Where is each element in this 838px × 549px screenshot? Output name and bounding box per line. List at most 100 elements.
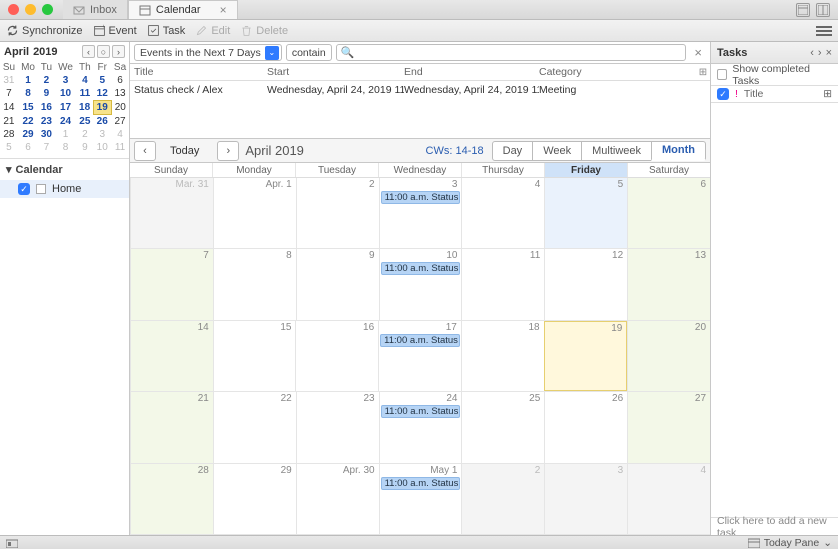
col-end[interactable]: End — [404, 66, 539, 78]
minical-day[interactable]: 3 — [55, 74, 77, 87]
today-pane-toggle[interactable]: Today Pane ⌄ — [748, 537, 832, 549]
filter-scope-select[interactable]: Events in the Next 7 Days ⌄ — [134, 44, 282, 61]
minical-day[interactable]: 28 — [0, 128, 18, 141]
month-day[interactable]: 1011:00 a.m. Status … — [379, 249, 462, 319]
month-day[interactable]: 3 — [544, 464, 627, 534]
col-category[interactable]: Category — [539, 66, 696, 78]
minical-next-icon[interactable]: › — [112, 45, 125, 58]
minical-day[interactable]: 6 — [111, 74, 129, 87]
minical-day[interactable]: 31 — [0, 74, 18, 87]
add-task-hint[interactable]: Click here to add a new task — [711, 517, 838, 535]
month-day[interactable]: 2 — [461, 464, 544, 534]
filter-op-select[interactable]: contain — [286, 44, 332, 61]
status-left-icon[interactable] — [6, 538, 18, 548]
month-day[interactable]: 21 — [130, 392, 213, 462]
minical-day[interactable]: 3 — [93, 128, 111, 141]
minical-day[interactable]: 11 — [76, 87, 93, 101]
month-day[interactable]: 14 — [130, 321, 213, 391]
event-chip[interactable]: 11:00 a.m. Status … — [381, 262, 461, 275]
tasks-col-title[interactable]: Title — [744, 88, 763, 100]
month-day[interactable]: 12 — [544, 249, 627, 319]
month-day[interactable]: 15 — [213, 321, 296, 391]
close-window-icon[interactable] — [8, 4, 19, 15]
month-day[interactable]: 2 — [296, 178, 379, 248]
month-day[interactable]: Apr. 1 — [213, 178, 296, 248]
month-day[interactable]: 22 — [213, 392, 296, 462]
month-day[interactable]: 23 — [296, 392, 379, 462]
minical-day[interactable]: 18 — [76, 101, 93, 115]
minical-day[interactable]: 7 — [0, 87, 18, 101]
minical-day[interactable]: 7 — [38, 141, 55, 154]
view-week[interactable]: Week — [532, 141, 582, 161]
tasks-list[interactable] — [711, 103, 838, 517]
minical-day[interactable]: 21 — [0, 115, 18, 129]
calendar-toggle-icon[interactable] — [796, 3, 810, 17]
tab-calendar[interactable]: Calendar × — [128, 0, 238, 19]
checkbox-checked-icon[interactable]: ✓ — [717, 88, 729, 100]
calendar-item-home[interactable]: ✓ Home — [0, 180, 129, 198]
minical-day[interactable]: 17 — [55, 101, 77, 115]
month-day[interactable]: 5 — [544, 178, 627, 248]
tasks-close-icon[interactable]: × — [826, 47, 832, 59]
minical-day[interactable]: 2 — [76, 128, 93, 141]
view-month[interactable]: Month — [651, 141, 706, 161]
tasks-next-icon[interactable]: › — [818, 47, 822, 59]
minical-day[interactable]: 24 — [55, 115, 77, 129]
minical-day[interactable]: 5 — [0, 141, 18, 154]
minical-day[interactable]: 14 — [0, 101, 18, 115]
prev-period-icon[interactable]: ‹ — [134, 141, 156, 161]
month-day[interactable]: 20 — [627, 321, 710, 391]
minical-day[interactable]: 30 — [38, 128, 55, 141]
month-day[interactable]: 1711:00 a.m. Status … — [378, 321, 461, 391]
month-day[interactable]: 18 — [461, 321, 544, 391]
menu-icon[interactable] — [816, 26, 832, 36]
minimize-window-icon[interactable] — [25, 4, 36, 15]
next-period-icon[interactable]: › — [217, 141, 239, 161]
minical-day[interactable]: 16 — [38, 101, 55, 115]
minical-day[interactable]: 8 — [55, 141, 77, 154]
month-day[interactable]: 2411:00 a.m. Status … — [379, 392, 462, 462]
view-day[interactable]: Day — [492, 141, 534, 161]
month-day[interactable]: 28 — [130, 464, 213, 534]
clear-search-icon[interactable]: × — [690, 45, 706, 60]
minical-day[interactable]: 13 — [111, 87, 129, 101]
month-day[interactable]: 29 — [213, 464, 296, 534]
event-chip[interactable]: 11:00 a.m. Status … — [381, 477, 461, 490]
col-title[interactable]: Title — [130, 66, 267, 78]
minical-day[interactable]: 22 — [18, 115, 38, 129]
col-start[interactable]: Start — [267, 66, 404, 78]
month-day[interactable]: May 111:00 a.m. Status … — [379, 464, 462, 534]
minical-day[interactable]: 8 — [18, 87, 38, 101]
month-day[interactable]: 4 — [461, 178, 544, 248]
month-day[interactable]: 16 — [295, 321, 378, 391]
close-tab-icon[interactable]: × — [220, 3, 227, 17]
minical-day[interactable]: 11 — [111, 141, 129, 154]
minical-year[interactable]: 2019 — [33, 46, 57, 58]
minical-day[interactable]: 20 — [111, 101, 129, 115]
month-day[interactable]: Apr. 30 — [296, 464, 379, 534]
zoom-window-icon[interactable] — [42, 4, 53, 15]
minical-day[interactable]: 2 — [38, 74, 55, 87]
minical-day[interactable]: 15 — [18, 101, 38, 115]
mini-calendar[interactable]: SuMoTuWeThFrSa 3112345678910111213141516… — [0, 61, 129, 154]
minical-day[interactable]: 6 — [18, 141, 38, 154]
minical-day[interactable]: 19 — [93, 101, 111, 115]
checkbox-checked-icon[interactable]: ✓ — [18, 183, 30, 195]
today-button[interactable]: Today — [162, 145, 207, 157]
minical-month[interactable]: April — [4, 46, 29, 58]
minical-day[interactable]: 5 — [93, 74, 111, 87]
month-day[interactable]: 6 — [627, 178, 710, 248]
month-day[interactable]: 311:00 a.m. Status … — [379, 178, 462, 248]
minical-day[interactable]: 4 — [76, 74, 93, 87]
new-event-button[interactable]: + Event — [93, 24, 137, 37]
minical-day[interactable]: 10 — [93, 141, 111, 154]
tab-inbox[interactable]: Inbox — [63, 0, 128, 19]
month-day[interactable]: Mar. 31 — [130, 178, 213, 248]
calendar-list-header[interactable]: ▾ Calendar — [0, 159, 129, 180]
search-input[interactable] — [336, 44, 687, 61]
month-day[interactable]: 9 — [296, 249, 379, 319]
minical-day[interactable]: 9 — [38, 87, 55, 101]
month-day[interactable]: 25 — [461, 392, 544, 462]
minical-day[interactable]: 23 — [38, 115, 55, 129]
view-multiweek[interactable]: Multiweek — [581, 141, 652, 161]
